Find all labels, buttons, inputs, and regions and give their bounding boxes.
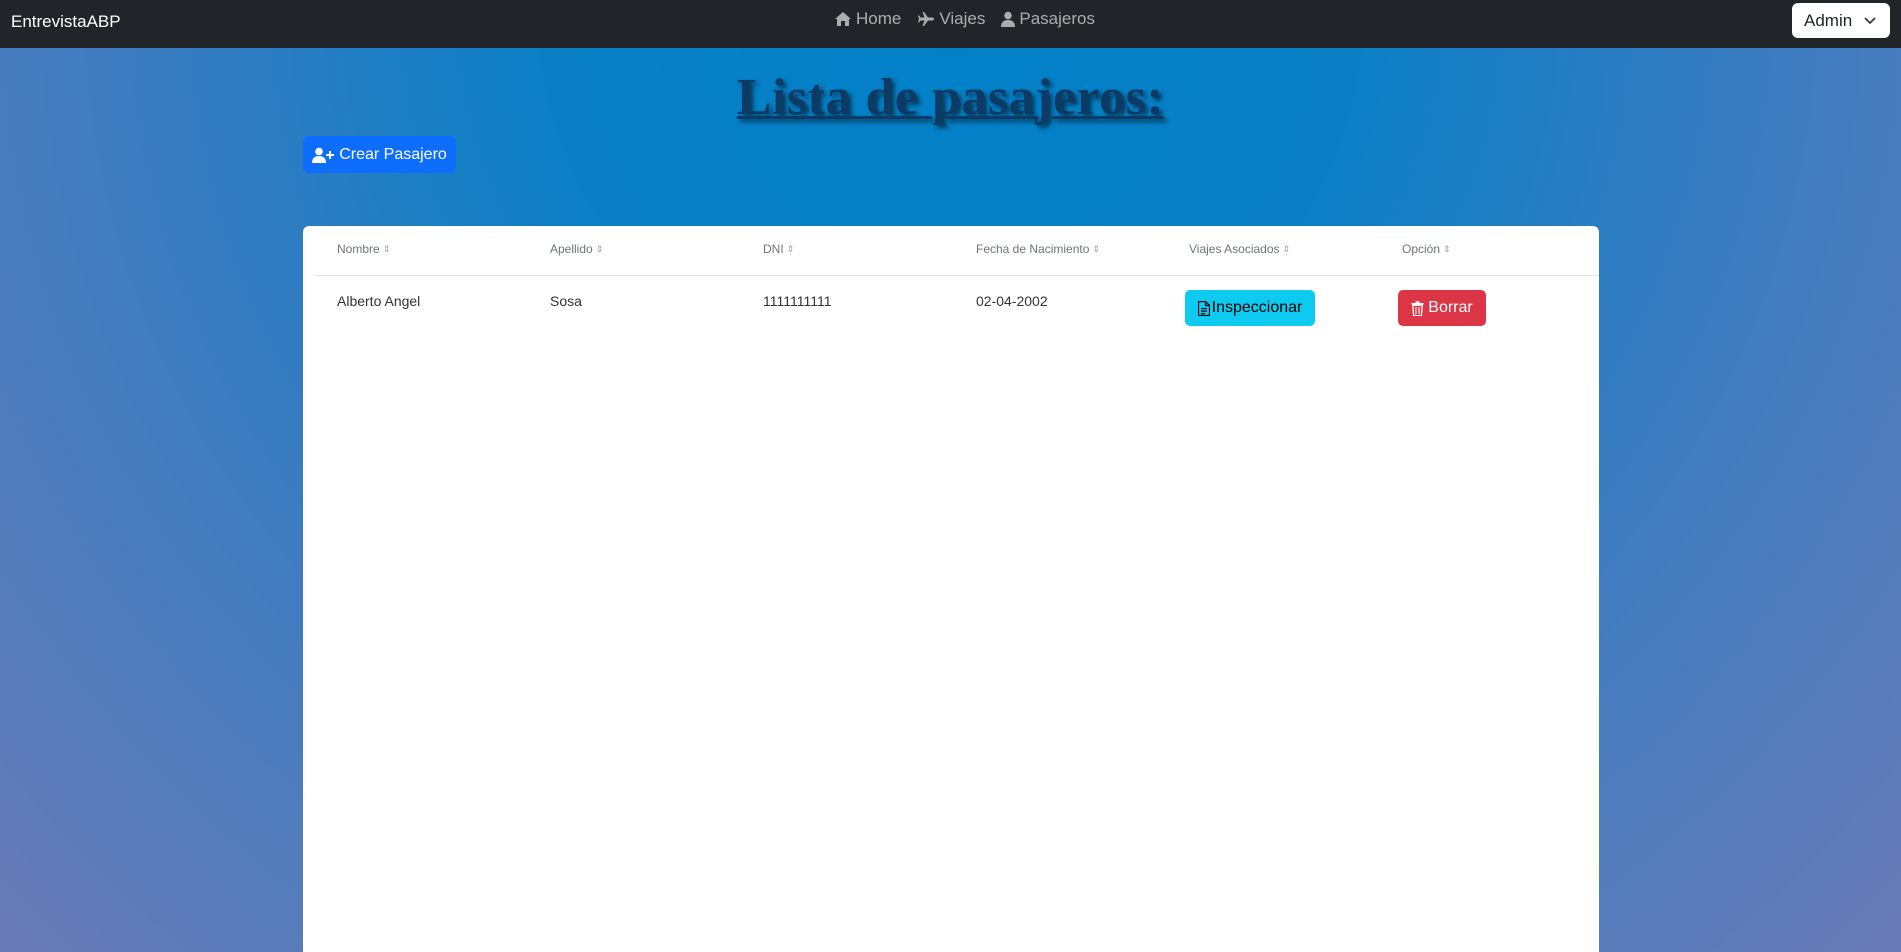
nav-link-home[interactable]: Home <box>834 9 901 29</box>
sort-icon: ⇕ <box>1092 243 1100 254</box>
trash-icon <box>1411 300 1424 316</box>
column-header-label: Nombre <box>337 242 380 256</box>
nav-link-label: Pasajeros <box>1019 9 1095 28</box>
inspect-label: Inspeccionar <box>1211 299 1303 316</box>
column-header-apellido[interactable]: Apellido ⇕ <box>550 242 603 256</box>
cell-dni: 1111111111 <box>763 293 832 309</box>
passengers-table: Nombre ⇕ Apellido ⇕ DNI ⇕ Fecha de Nacim… <box>303 226 1599 952</box>
sort-icon: ⇕ <box>786 243 795 254</box>
user-icon <box>1001 11 1016 27</box>
nav-links: Home Viajes Pasajeros <box>834 9 1095 29</box>
table-row: Alberto Angel Sosa 1111111111 02-04-2002… <box>315 277 1599 333</box>
column-header-nombre[interactable]: Nombre ⇕ <box>337 242 390 256</box>
nav-link-pasajeros[interactable]: Pasajeros <box>1001 9 1095 29</box>
nav-link-label: Viajes <box>939 9 986 28</box>
delete-label: Borrar <box>1428 299 1473 316</box>
column-header-dni[interactable]: DNI ⇕ <box>763 242 794 256</box>
cell-fecha: 02-04-2002 <box>976 293 1048 309</box>
column-header-opcion[interactable]: Opción ⇕ <box>1402 242 1451 256</box>
chevron-down-icon <box>1864 16 1876 24</box>
plane-icon <box>918 12 935 26</box>
column-header-label: Apellido <box>550 242 593 256</box>
cell-nombre: Alberto Angel <box>337 293 421 309</box>
home-icon <box>835 12 851 26</box>
column-header-label: Fecha de Nacimiento <box>976 242 1090 256</box>
sort-icon: ⇕ <box>595 243 604 254</box>
delete-button[interactable]: Borrar <box>1398 290 1486 326</box>
column-header-fecha[interactable]: Fecha de Nacimiento ⇕ <box>976 242 1100 256</box>
column-header-viajes[interactable]: Viajes Asociados ⇕ <box>1189 242 1290 256</box>
user-plus-icon <box>312 147 335 163</box>
column-header-label: DNI <box>763 242 784 256</box>
column-header-label: Opción <box>1402 242 1441 256</box>
file-text-icon <box>1197 300 1210 316</box>
user-select-value: Admin <box>1804 10 1853 30</box>
create-passenger-button[interactable]: Crear Pasajero <box>303 136 456 173</box>
page-title: Lista de pasajeros: <box>736 69 1165 126</box>
column-header-label: Viajes Asociados <box>1189 242 1280 256</box>
cell-apellido: Sosa <box>550 293 582 309</box>
sort-icon: ⇕ <box>1282 243 1291 254</box>
inspect-button[interactable]: Inspeccionar <box>1185 290 1315 326</box>
nav-link-viajes[interactable]: Viajes <box>917 9 985 29</box>
nav-link-label: Home <box>856 9 902 28</box>
table-header: Nombre ⇕ Apellido ⇕ DNI ⇕ Fecha de Nacim… <box>315 226 1599 276</box>
sort-icon: ⇕ <box>382 243 391 254</box>
user-select[interactable]: Admin <box>1792 3 1890 38</box>
top-navbar: EntrevistaABP Home Viajes Pasajeros Admi… <box>0 0 1901 48</box>
create-passenger-label: Crear Pasajero <box>339 145 447 163</box>
sort-icon: ⇕ <box>1443 243 1451 254</box>
brand-link[interactable]: EntrevistaABP <box>11 12 121 32</box>
